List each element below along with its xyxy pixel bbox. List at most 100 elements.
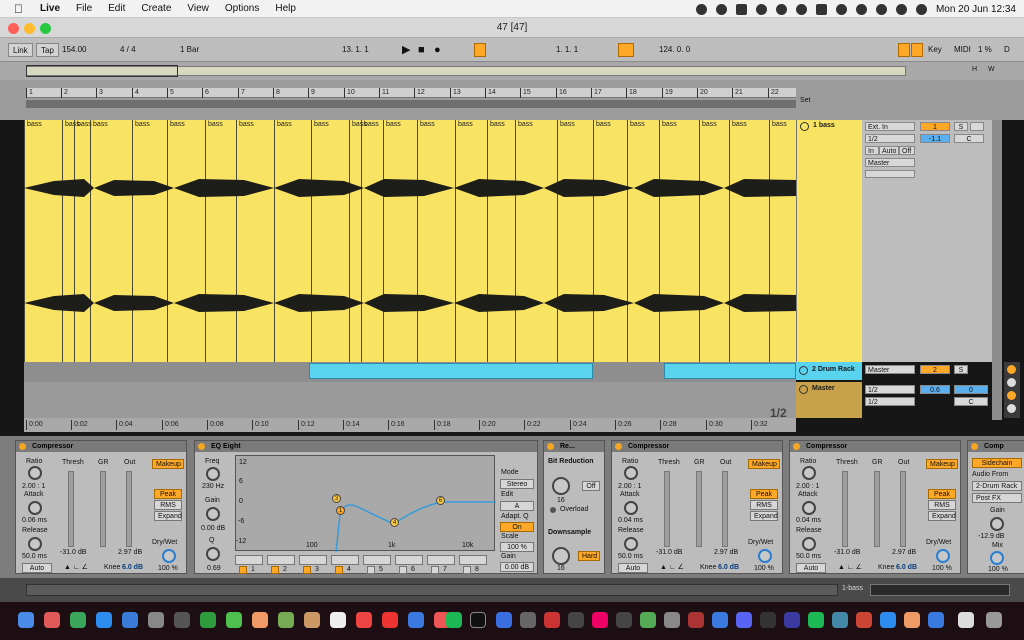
drum-output-select[interactable]: Master [865, 365, 915, 374]
expand-button[interactable]: Expand [154, 511, 182, 521]
locator-set-button[interactable]: Set [800, 97, 811, 104]
bass-track-lane[interactable]: bass bass bass bass bass bass bass bass … [24, 120, 796, 362]
attack-value[interactable]: 0.04 ms [618, 517, 643, 524]
audio-clip[interactable]: bass [729, 120, 769, 362]
audio-clip[interactable]: bass [557, 120, 593, 362]
premiere-icon[interactable] [784, 612, 800, 628]
facetime-icon[interactable] [200, 612, 216, 628]
volume-field[interactable]: -1.1 [920, 134, 950, 143]
band-toggle[interactable] [271, 566, 279, 574]
wifi-icon[interactable] [855, 3, 867, 15]
attack-knob[interactable] [802, 501, 816, 515]
master-volume-field[interactable]: 0.6 [920, 385, 950, 394]
news-icon[interactable] [382, 612, 398, 628]
band-toggle[interactable] [399, 566, 407, 574]
threshold-value[interactable]: -31.0 dB [834, 549, 860, 556]
freq-knob[interactable] [206, 467, 220, 481]
fold-icon[interactable] [799, 385, 808, 394]
threshold-value[interactable]: -31.0 dB [60, 549, 86, 556]
app-icon[interactable] [880, 612, 896, 628]
master-track-header[interactable]: Master [796, 382, 862, 418]
threshold-meter[interactable] [664, 471, 670, 547]
audio-clip[interactable]: bass [132, 120, 160, 362]
release-value[interactable]: 50.0 ms [618, 553, 643, 560]
input-channel-select[interactable]: 1/2 [865, 134, 915, 143]
makeup-button[interactable]: Makeup [926, 459, 958, 469]
menu-app-name[interactable]: Live [40, 3, 60, 14]
monitor-in-button[interactable]: In [865, 146, 879, 155]
mode-select[interactable]: Stereo [500, 479, 534, 489]
loop-length-field[interactable]: 124. 0. 0 [655, 43, 694, 57]
audio-clip[interactable]: bass [62, 120, 80, 362]
contacts-icon[interactable] [148, 612, 164, 628]
sidechain-tap-select[interactable]: Post FX [972, 493, 1022, 503]
downsample-value[interactable]: 16 [557, 565, 565, 572]
output-value[interactable]: 2.97 dB [118, 549, 142, 556]
apple-icon[interactable]:  [14, 3, 24, 15]
app-icon[interactable] [928, 612, 944, 628]
audio-clip[interactable]: bass [24, 120, 62, 362]
release-knob[interactable] [802, 537, 816, 551]
output-meter[interactable] [722, 471, 728, 547]
midi-map-button[interactable]: MIDI [950, 43, 975, 57]
audio-clip[interactable]: bass [417, 120, 455, 362]
band-toggle[interactable] [239, 566, 247, 574]
band-marker[interactable]: 1 [336, 506, 345, 515]
music-icon[interactable] [356, 612, 372, 628]
app-icon[interactable] [640, 612, 656, 628]
sidechain-gain-value[interactable]: -12.9 dB [978, 533, 1004, 540]
audio-clip[interactable]: bass [167, 120, 202, 362]
input-type-select[interactable]: Ext. In [865, 122, 915, 131]
app-icon[interactable] [592, 612, 608, 628]
siri-icon[interactable] [915, 3, 927, 15]
app-icon[interactable] [664, 612, 680, 628]
audio-clip[interactable]: bass [487, 120, 515, 362]
envelope-shape-icon[interactable]: ▲ ∟ ∠ [64, 563, 88, 571]
audio-clip[interactable]: bass [455, 120, 487, 362]
key-map-icon[interactable] [911, 43, 923, 57]
finder-icon[interactable] [18, 612, 34, 628]
spotify-icon[interactable] [446, 612, 462, 628]
app-store-icon[interactable] [408, 612, 424, 628]
release-knob[interactable] [28, 537, 42, 551]
ratio-knob[interactable] [624, 466, 638, 480]
time-signature[interactable]: 4 / 4 [116, 43, 140, 57]
io-toggle-icon[interactable] [1007, 365, 1016, 374]
audio-clip[interactable]: bass [274, 120, 309, 362]
threshold-meter[interactable] [842, 471, 848, 547]
release-knob[interactable] [624, 537, 638, 551]
keynote-icon[interactable] [496, 612, 512, 628]
crossfade-toggle-icon[interactable] [1007, 404, 1016, 413]
zoom-window-button[interactable] [40, 23, 51, 34]
app-icon[interactable] [856, 612, 872, 628]
drum-track-header[interactable]: 2 Drum Rack [796, 362, 862, 380]
close-window-button[interactable] [8, 23, 19, 34]
sidechain-mix-knob[interactable] [990, 551, 1004, 565]
maps-icon[interactable] [278, 612, 294, 628]
device-overview[interactable] [870, 584, 1010, 596]
loop-toggle-icon[interactable] [618, 43, 634, 57]
solo-button[interactable]: S [954, 122, 968, 131]
ableton-live-icon[interactable] [470, 612, 486, 628]
gain-knob[interactable] [206, 507, 220, 521]
sidechain-source-select[interactable]: 2-Drum Rack [972, 481, 1022, 491]
attack-knob[interactable] [28, 501, 42, 515]
discord-icon[interactable] [736, 612, 752, 628]
band-marker[interactable]: 6 [436, 496, 445, 505]
stop-icon[interactable]: ■ [414, 43, 429, 57]
downsample-knob[interactable] [552, 547, 570, 565]
threshold-value[interactable]: -31.0 dB [656, 549, 682, 556]
record-icon[interactable] [775, 3, 787, 15]
app-icon[interactable] [688, 612, 704, 628]
compressor-device-1[interactable]: Compressor Ratio 2.00 : 1 Attack 0.06 ms… [15, 440, 187, 574]
auto-release-button[interactable]: Auto [796, 563, 826, 573]
q-value[interactable]: 0.69 [207, 565, 221, 572]
quantization-menu[interactable]: 1 Bar [176, 43, 203, 57]
peak-button[interactable]: Peak [154, 489, 182, 499]
makeup-button[interactable]: Makeup [152, 459, 184, 469]
envelope-shape-icon[interactable]: ▲ ∟ ∠ [660, 563, 684, 571]
band-toggle[interactable] [431, 566, 439, 574]
output-value[interactable]: 2.97 dB [714, 549, 738, 556]
location-icon[interactable] [695, 3, 707, 15]
auto-release-button[interactable]: Auto [22, 563, 52, 573]
